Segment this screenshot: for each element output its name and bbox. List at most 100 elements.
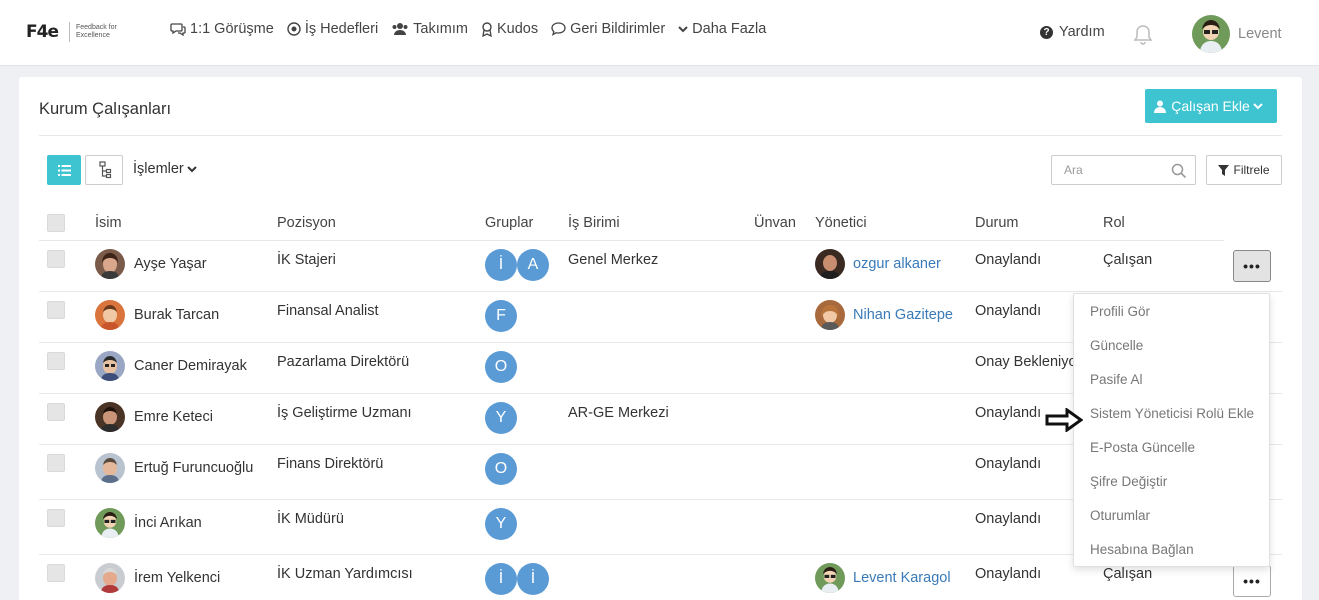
nav-item-more[interactable]: Daha Fazla [678, 21, 766, 37]
avatar-photo [95, 453, 125, 483]
header-divider [39, 240, 1224, 241]
employee-status: Onaylandı [975, 405, 1042, 421]
notifications-button[interactable] [1133, 24, 1153, 48]
group-badge[interactable]: A [517, 249, 549, 281]
group-badge[interactable]: Y [485, 402, 517, 434]
avatar-photo [95, 563, 125, 593]
brand-logo[interactable]: F4e Feedback for Excellence [26, 22, 126, 42]
employee-status: Onaylandı [975, 566, 1042, 582]
chevron-down-icon [678, 26, 688, 33]
employee-unit: Genel Merkez [568, 252, 659, 268]
employee-name[interactable]: İrem Yelkenci [134, 570, 220, 586]
group-badge[interactable]: F [485, 300, 517, 332]
menu-item-update-email[interactable]: E-Posta Güncelle [1090, 440, 1195, 455]
employee-name[interactable]: Ayşe Yaşar [134, 256, 207, 272]
employee-name[interactable]: Burak Tarcan [134, 307, 219, 323]
search-input[interactable] [1064, 156, 1174, 184]
menu-item-add-admin-role[interactable]: Sistem Yöneticisi Rolü Ekle [1090, 406, 1254, 421]
row-checkbox[interactable] [47, 250, 65, 268]
select-all-checkbox[interactable] [47, 214, 65, 232]
sitemap-icon [99, 161, 112, 179]
filter-label: Filtrele [1233, 163, 1270, 177]
arrow-right-icon [1045, 408, 1083, 432]
menu-item-view-profile[interactable]: Profili Gör [1090, 304, 1150, 319]
manager-link[interactable]: ozgur alkaner [853, 256, 941, 272]
top-navbar: F4e Feedback for Excellence 1:1 Görüşme … [0, 0, 1319, 66]
group-badge[interactable]: İ [485, 563, 517, 595]
group-badge[interactable]: O [485, 453, 517, 485]
row-actions-button[interactable]: ••• [1233, 250, 1271, 282]
row-divider [39, 291, 1282, 292]
row-actions-button[interactable]: ••• [1233, 565, 1271, 597]
nav-item-my-team[interactable]: Takımım [391, 21, 468, 37]
group-badge[interactable]: İ [517, 563, 549, 595]
group-badge[interactable]: İ [485, 249, 517, 281]
row-checkbox[interactable] [47, 564, 65, 582]
employee-name[interactable]: İnci Arıkan [134, 515, 202, 531]
manager-link[interactable]: Nihan Gazitepe [853, 307, 953, 323]
filter-button[interactable]: Filtrele [1206, 155, 1282, 185]
operations-dropdown[interactable]: İşlemler [133, 161, 197, 177]
row-checkbox[interactable] [47, 454, 65, 472]
list-view-button[interactable] [47, 155, 81, 185]
employee-position: Finans Direktörü [277, 456, 384, 472]
group-badge[interactable]: O [485, 351, 517, 383]
logo-tagline: Feedback for Excellence [75, 24, 117, 39]
column-header-status[interactable]: Durum [975, 215, 1019, 231]
menu-item-update[interactable]: Güncelle [1090, 338, 1143, 353]
manager-avatar [815, 249, 845, 279]
avatar [95, 249, 125, 279]
logo-separator [68, 22, 70, 42]
logo-mark: F4e [26, 22, 59, 42]
employee-role: Çalışan [1103, 252, 1153, 268]
menu-item-change-password[interactable]: Şifre Değiştir [1090, 474, 1167, 489]
nav-item-one-on-one[interactable]: 1:1 Görüşme [170, 21, 274, 37]
manager-avatar [815, 563, 845, 593]
column-header-title[interactable]: Ünvan [754, 215, 796, 231]
menu-item-deactivate[interactable]: Pasife Al [1090, 372, 1143, 387]
user-menu[interactable]: Levent [1192, 15, 1282, 53]
manager-link[interactable]: Levent Karagol [853, 570, 951, 586]
search-box [1051, 155, 1196, 185]
employee-position: İş Geliştirme Uzmanı [277, 405, 412, 421]
employee-name[interactable]: Emre Keteci [134, 409, 213, 425]
nav-label: Takımım [413, 21, 468, 37]
search-icon[interactable] [1171, 163, 1187, 179]
tree-view-button[interactable] [85, 155, 123, 185]
add-employee-button[interactable]: Çalışan Ekle [1145, 89, 1277, 123]
avatar-photo [95, 402, 125, 432]
employee-name[interactable]: Ertuğ Furuncuoğlu [134, 460, 253, 476]
group-badge[interactable]: Y [485, 508, 517, 540]
user-icon [1154, 100, 1167, 113]
column-header-unit[interactable]: İş Birimi [568, 215, 620, 231]
question-icon: ? [1040, 25, 1053, 39]
avatar-glasses-icon [815, 563, 845, 593]
menu-item-connect-account[interactable]: Hesabına Bağlan [1090, 542, 1194, 557]
avatar [95, 300, 125, 330]
avatar-photo [95, 351, 125, 381]
nav-item-kudos[interactable]: Kudos [481, 21, 538, 37]
nav-item-goals[interactable]: İş Hedefleri [287, 21, 378, 37]
employee-role: Çalışan [1103, 566, 1153, 582]
menu-item-sessions[interactable]: Oturumlar [1090, 508, 1150, 523]
column-header-name[interactable]: İsim [95, 215, 122, 231]
manager-avatar [815, 300, 845, 330]
employee-position: Pazarlama Direktörü [277, 354, 410, 370]
column-header-role[interactable]: Rol [1103, 215, 1125, 231]
users-icon [392, 23, 408, 35]
employee-position: İK Uzman Yardımcısı [277, 566, 413, 582]
row-checkbox[interactable] [47, 403, 65, 421]
employee-name[interactable]: Caner Demirayak [134, 358, 247, 374]
column-header-groups[interactable]: Gruplar [485, 215, 533, 231]
help-link[interactable]: ? Yardım [1040, 24, 1105, 40]
row-checkbox[interactable] [47, 352, 65, 370]
nav-item-feedback[interactable]: Geri Bildirimler [551, 21, 665, 37]
column-header-manager[interactable]: Yönetici [815, 215, 867, 231]
employee-status: Onaylandı [975, 456, 1042, 472]
row-checkbox[interactable] [47, 509, 65, 527]
avatar-photo [95, 249, 125, 279]
column-header-position[interactable]: Pozisyon [277, 215, 336, 231]
avatar [95, 453, 125, 483]
row-checkbox[interactable] [47, 301, 65, 319]
add-employee-label: Çalışan Ekle [1171, 98, 1250, 114]
